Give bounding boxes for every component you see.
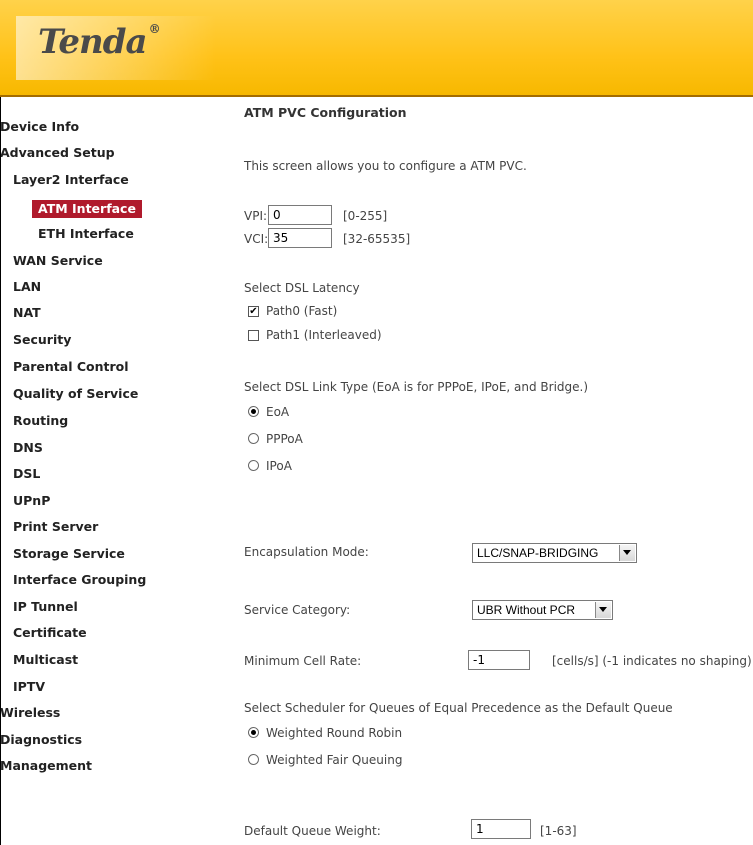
encapsulation-select[interactable]: LLC/SNAP-BRIDGING bbox=[472, 543, 637, 563]
min-cell-rate-input[interactable] bbox=[468, 650, 530, 670]
min-cell-rate-hint: [cells/s] (-1 indicates no shaping) bbox=[552, 654, 752, 668]
path1-label: Path1 (Interleaved) bbox=[266, 328, 382, 342]
sidebar-item-lan[interactable]: LAN bbox=[13, 276, 41, 298]
sidebar-item-diagnostics[interactable]: Diagnostics bbox=[0, 729, 82, 751]
chevron-down-icon bbox=[595, 602, 611, 618]
sidebar-item-dsl[interactable]: DSL bbox=[13, 463, 40, 485]
path0-label: Path0 (Fast) bbox=[266, 304, 338, 318]
queue-weight-input[interactable] bbox=[471, 819, 531, 839]
main-content: ATM PVC Configuration This screen allows… bbox=[210, 97, 753, 845]
sidebar-item-certificate[interactable]: Certificate bbox=[13, 622, 87, 644]
chevron-down-icon bbox=[619, 545, 635, 561]
sidebar-item-security[interactable]: Security bbox=[13, 329, 71, 351]
wfq-label: Weighted Fair Queuing bbox=[266, 753, 403, 767]
sidebar-item-upnp[interactable]: UPnP bbox=[13, 490, 50, 512]
sidebar-left-border bbox=[0, 97, 1, 845]
sidebar-item-wan-service[interactable]: WAN Service bbox=[13, 250, 103, 272]
encapsulation-value: LLC/SNAP-BRIDGING bbox=[477, 546, 599, 560]
sidebar-item-device-info[interactable]: Device Info bbox=[0, 116, 79, 138]
vpi-range: [0-255] bbox=[343, 209, 388, 223]
path1-checkbox[interactable] bbox=[248, 330, 259, 341]
logo-text: Tenda bbox=[38, 22, 148, 62]
page-description: This screen allows you to configure a AT… bbox=[244, 159, 527, 173]
service-category-label: Service Category: bbox=[244, 603, 351, 617]
header-banner: Tenda ® bbox=[0, 0, 753, 95]
sidebar-item-multicast[interactable]: Multicast bbox=[13, 649, 78, 671]
sidebar-item-iptv[interactable]: IPTV bbox=[13, 676, 45, 698]
wrr-label: Weighted Round Robin bbox=[266, 726, 403, 740]
eoa-radio[interactable] bbox=[248, 406, 259, 417]
encapsulation-label: Encapsulation Mode: bbox=[244, 545, 369, 559]
dsl-latency-heading: Select DSL Latency bbox=[244, 281, 360, 295]
sidebar-item-routing[interactable]: Routing bbox=[13, 410, 68, 432]
vci-input[interactable] bbox=[268, 228, 332, 248]
logo-registered-mark: ® bbox=[148, 22, 161, 36]
page-title: ATM PVC Configuration bbox=[244, 105, 407, 120]
vpi-input[interactable] bbox=[268, 205, 332, 225]
vci-label: VCI: bbox=[244, 232, 269, 246]
sidebar-item-quality-of-service[interactable]: Quality of Service bbox=[13, 383, 138, 405]
queue-weight-range: [1-63] bbox=[540, 824, 577, 838]
vpi-label: VPI: bbox=[244, 209, 268, 223]
sidebar-item-management[interactable]: Management bbox=[0, 755, 92, 777]
sidebar-item-interface-grouping[interactable]: Interface Grouping bbox=[13, 569, 146, 591]
sidebar-nav: Device Info Advanced Setup Layer2 Interf… bbox=[0, 97, 210, 845]
min-cell-rate-label: Minimum Cell Rate: bbox=[244, 654, 362, 668]
sidebar-item-ip-tunnel[interactable]: IP Tunnel bbox=[13, 596, 78, 618]
eoa-label: EoA bbox=[266, 405, 290, 419]
service-category-value: UBR Without PCR bbox=[477, 603, 576, 617]
wrr-radio[interactable] bbox=[248, 727, 259, 738]
wfq-radio[interactable] bbox=[248, 754, 259, 765]
ipoa-label: IPoA bbox=[266, 459, 292, 473]
sidebar-item-print-server[interactable]: Print Server bbox=[13, 516, 98, 538]
path0-checkbox[interactable]: ✔ bbox=[248, 306, 259, 317]
pppoa-label: PPPoA bbox=[266, 432, 303, 446]
link-type-heading: Select DSL Link Type (EoA is for PPPoE, … bbox=[244, 380, 589, 394]
sidebar-item-wireless[interactable]: Wireless bbox=[0, 702, 60, 724]
ipoa-radio[interactable] bbox=[248, 460, 259, 471]
scheduler-heading: Select Scheduler for Queues of Equal Pre… bbox=[244, 701, 673, 715]
tenda-logo: Tenda ® bbox=[38, 22, 161, 62]
pppoa-radio[interactable] bbox=[248, 433, 259, 444]
sidebar-item-atm-interface[interactable]: ATM Interface bbox=[32, 200, 142, 218]
sidebar-item-parental-control[interactable]: Parental Control bbox=[13, 356, 129, 378]
service-category-select[interactable]: UBR Without PCR bbox=[472, 600, 613, 620]
sidebar-item-dns[interactable]: DNS bbox=[13, 437, 43, 459]
sidebar-item-storage-service[interactable]: Storage Service bbox=[13, 543, 125, 565]
vci-range: [32-65535] bbox=[343, 232, 411, 246]
sidebar-item-layer2-interface[interactable]: Layer2 Interface bbox=[13, 169, 129, 191]
queue-weight-label: Default Queue Weight: bbox=[244, 824, 381, 838]
sidebar-item-nat[interactable]: NAT bbox=[13, 302, 41, 324]
sidebar-item-eth-interface[interactable]: ETH Interface bbox=[38, 223, 134, 245]
sidebar-item-advanced-setup[interactable]: Advanced Setup bbox=[0, 142, 115, 164]
